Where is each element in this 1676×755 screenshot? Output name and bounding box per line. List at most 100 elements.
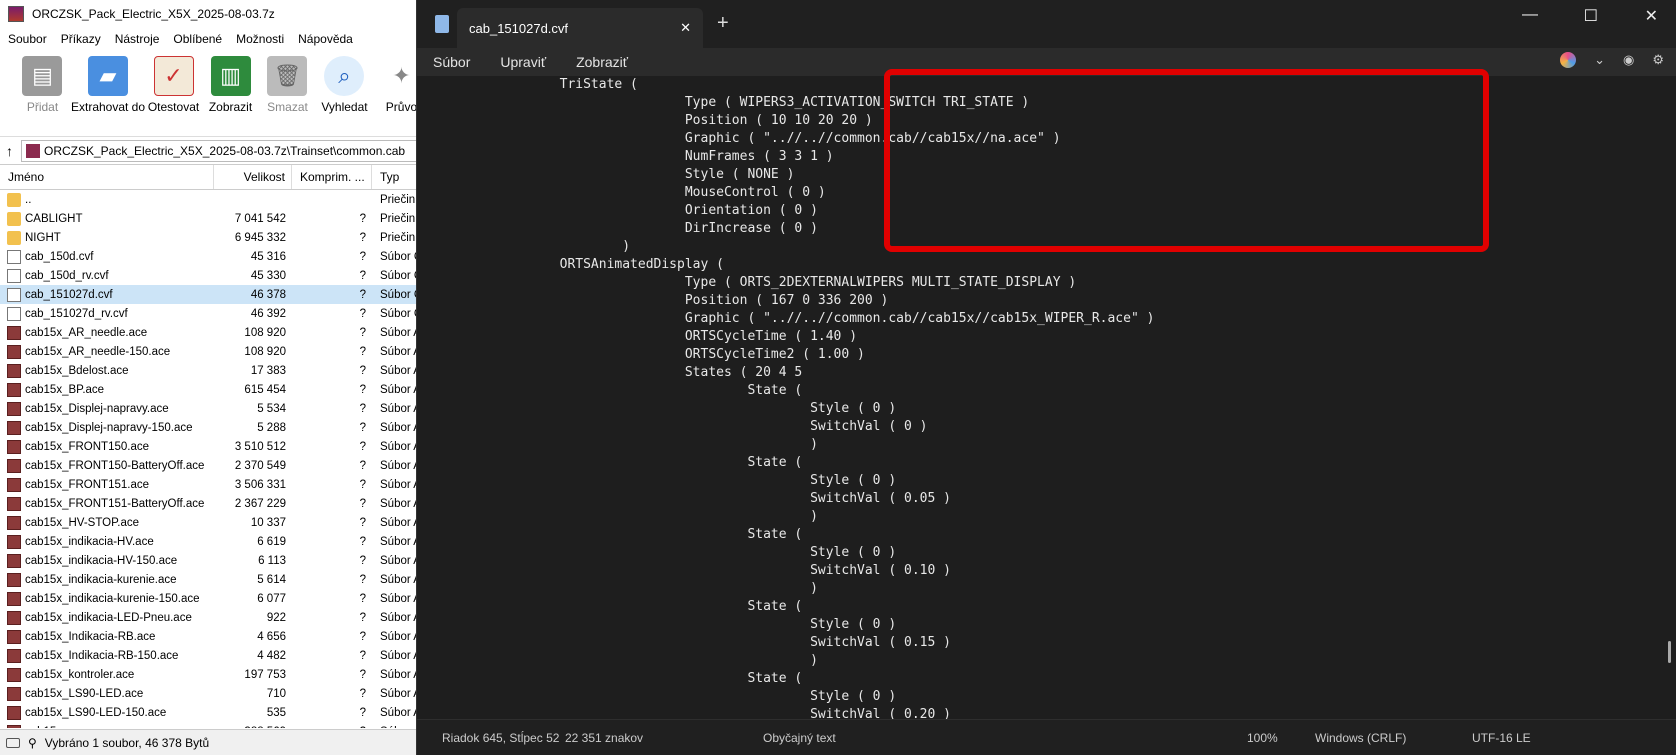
menu-soubor[interactable]: Soubor xyxy=(8,32,47,46)
file-icon xyxy=(7,344,21,359)
new-tab-icon[interactable]: + xyxy=(717,12,729,35)
file-row[interactable]: cab15x_indikacia-kurenie.ace 5 614? Súbor … xyxy=(0,570,430,589)
file-row[interactable]: cab15x_AR_needle-150.ace 108 920? Súbor A xyxy=(0,342,430,361)
add-button[interactable]: ▤ Přidat xyxy=(14,56,71,114)
menu-zobrazit[interactable]: Zobraziť xyxy=(576,54,628,70)
gear-icon[interactable]: ⚙ xyxy=(1652,52,1664,68)
menu-moznosti[interactable]: Možnosti xyxy=(236,32,284,46)
clipboard-check-icon: ✓ xyxy=(153,56,194,96)
file-list-header: Jméno Velikost Komprim. ... Typ xyxy=(0,164,430,190)
delete-button[interactable]: 🗑 Smazat xyxy=(259,56,316,114)
scrollbar-thumb[interactable] xyxy=(1668,641,1671,663)
file-row[interactable]: cab15x_LS90-LED.ace 710? Súbor A xyxy=(0,684,430,703)
file-name-cell: cab15x_indikacia-LED-Pneu.ace xyxy=(0,610,214,625)
file-compressed: ? xyxy=(359,516,366,529)
file-row[interactable]: cab_151027d.cvf 46 378? Súbor C xyxy=(0,285,430,304)
maximize-icon[interactable]: ☐ xyxy=(1584,6,1598,26)
menu-nastroje[interactable]: Nástroje xyxy=(115,32,160,46)
menu-prikazy[interactable]: Příkazy xyxy=(61,32,101,46)
text-format: Obyčajný text xyxy=(763,730,836,745)
code-line: Style ( 0 ) xyxy=(497,473,897,488)
file-row[interactable]: cab15x_FRONT151-BatteryOff.ace 2 367 229?… xyxy=(0,494,430,513)
file-name-cell: NIGHT xyxy=(0,230,214,245)
file-compressed: ? xyxy=(359,554,366,567)
up-arrow-icon[interactable]: ↑ xyxy=(6,143,13,159)
file-row[interactable]: cab15x_HV-STOP.ace 10 337? Súbor A xyxy=(0,513,430,532)
encoding: UTF-16 LE xyxy=(1472,730,1531,745)
file-name: cab15x_Displej-napravy-150.ace xyxy=(25,421,193,434)
file-row[interactable]: cab15x_FRONT150-BatteryOff.ace 2 370 549?… xyxy=(0,456,430,475)
archive-icon xyxy=(26,143,40,158)
file-row[interactable]: .. Priečin xyxy=(0,190,430,209)
file-name-cell: cab15x_FRONT150-BatteryOff.ace xyxy=(0,458,214,473)
account-icon[interactable]: ◉ xyxy=(1623,52,1634,68)
tab-active-file[interactable]: cab_151027d.cvf ✕ xyxy=(457,8,703,48)
file-compressed: ? xyxy=(359,326,366,339)
file-icon xyxy=(7,249,21,264)
file-row[interactable]: cab15x_BP.ace 615 454? Súbor A xyxy=(0,380,430,399)
file-row[interactable]: cab15x_LS90-LED-150.ace 535? Súbor A xyxy=(0,703,430,722)
file-row[interactable]: cab15x_FRONT151.ace 3 506 331? Súbor A xyxy=(0,475,430,494)
file-size: 615 454 xyxy=(244,383,286,396)
test-button[interactable]: ✓ Otestovat xyxy=(145,56,202,114)
minimize-icon[interactable]: — xyxy=(1522,6,1538,24)
file-name-cell: cab15x_Displej-napravy.ace xyxy=(0,401,214,416)
zoom-level[interactable]: 100% xyxy=(1247,731,1278,745)
file-size: 45 316 xyxy=(250,250,286,263)
close-tab-icon[interactable]: ✕ xyxy=(680,20,691,36)
file-size: 6 077 xyxy=(257,592,286,605)
file-name: cab15x_AR_needle-150.ace xyxy=(25,345,171,358)
file-row[interactable]: cab15x_kontroler.ace 197 753? Súbor A xyxy=(0,665,430,684)
file-name: cab15x_man_cervena.ace xyxy=(25,726,160,729)
copilot-icon[interactable] xyxy=(1560,52,1577,68)
file-name-cell: cab15x_indikacia-HV.ace xyxy=(0,534,214,549)
folder-extract-icon: ▰ xyxy=(88,56,128,96)
col-size[interactable]: Velikost xyxy=(214,165,292,189)
view-label: Zobrazit xyxy=(208,100,253,114)
file-name-cell: cab15x_BP.ace xyxy=(0,382,214,397)
file-row[interactable]: cab15x_indikacia-kurenie-150.ace 6 077? Sú… xyxy=(0,589,430,608)
menu-subor[interactable]: Súbor xyxy=(433,54,470,70)
file-compressed: ? xyxy=(292,726,372,729)
code-line: ) xyxy=(497,509,818,524)
file-row[interactable]: NIGHT 6 945 332? Priečin xyxy=(0,228,430,247)
file-name-cell: cab15x_AR_needle.ace xyxy=(0,325,214,340)
file-row[interactable]: cab_150d_rv.cvf 45 330? Súbor C xyxy=(0,266,430,285)
file-row[interactable]: cab15x_Bdelost.ace 17 383? Súbor A xyxy=(0,361,430,380)
editor-text[interactable]: TriState ( Type ( WIPERS3_ACTIVATION_SWI… xyxy=(417,76,1661,719)
file-row[interactable]: cab_150d.cvf 45 316? Súbor C xyxy=(0,247,430,266)
file-row[interactable]: cab15x_Displej-napravy-150.ace 5 288? Súbo… xyxy=(0,418,430,437)
test-label: Otestovat xyxy=(147,100,200,114)
file-row[interactable]: cab_151027d_rv.cvf 46 392? Súbor C xyxy=(0,304,430,323)
editor-area[interactable]: TriState ( Type ( WIPERS3_ACTIVATION_SWI… xyxy=(417,76,1661,719)
chevron-down-icon[interactable]: ⌄ xyxy=(1594,52,1605,68)
file-row[interactable]: cab15x_indikacia-HV.ace 6 619? Súbor A xyxy=(0,532,430,551)
file-row[interactable]: cab15x_Indikacia-RB-150.ace 4 482? Súbor A xyxy=(0,646,430,665)
file-row[interactable]: cab15x_indikacia-HV-150.ace 6 113? Súbor A xyxy=(0,551,430,570)
view-button[interactable]: ▥ Zobrazit xyxy=(202,56,259,114)
file-compressed: ? xyxy=(359,687,366,700)
extract-button[interactable]: ▰ Extrahovat do xyxy=(71,56,145,114)
file-row[interactable]: CABLIGHT 7 041 542? Priečin xyxy=(0,209,430,228)
col-name[interactable]: Jméno xyxy=(0,165,214,189)
file-name-cell: cab15x_FRONT151.ace xyxy=(0,477,214,492)
folder-icon xyxy=(7,211,21,226)
file-row[interactable]: cab15x_AR_needle.ace 108 920? Súbor A xyxy=(0,323,430,342)
file-row[interactable]: cab15x_indikacia-LED-Pneu.ace 922? Súbor A xyxy=(0,608,430,627)
file-row[interactable]: cab15x_Indikacia-RB.ace 4 656? Súbor A xyxy=(0,627,430,646)
file-row[interactable]: cab15x_Displej-napravy.ace 5 534? Súbor A xyxy=(0,399,430,418)
file-row[interactable]: cab15x_FRONT150.ace 3 510 512? Súbor A xyxy=(0,437,430,456)
file-row[interactable]: cab15x_man_cervena.ace388 569?Súbor A xyxy=(0,722,430,728)
col-compressed[interactable]: Komprim. ... xyxy=(292,165,372,189)
vertical-scrollbar[interactable] xyxy=(1660,76,1676,719)
path-text: ORCZSK_Pack_Electric_X5X_2025-08-03.7z\T… xyxy=(44,143,406,158)
file-name-cell: cab15x_AR_needle-150.ace xyxy=(0,344,214,359)
find-button[interactable]: ⌕ Vyhledat xyxy=(316,56,373,114)
menu-napoveda[interactable]: Nápověda xyxy=(298,32,353,46)
path-field[interactable]: ORCZSK_Pack_Electric_X5X_2025-08-03.7z\T… xyxy=(21,139,424,162)
menu-upravit[interactable]: Upraviť xyxy=(500,54,546,70)
close-window-icon[interactable]: ✕ xyxy=(1645,6,1658,26)
winrar-titlebar: ORCZSK_Pack_Electric_X5X_2025-08-03.7z xyxy=(0,0,430,28)
menu-oblibene[interactable]: Oblíbené xyxy=(173,32,222,46)
file-name: cab15x_LS90-LED-150.ace xyxy=(25,706,167,719)
